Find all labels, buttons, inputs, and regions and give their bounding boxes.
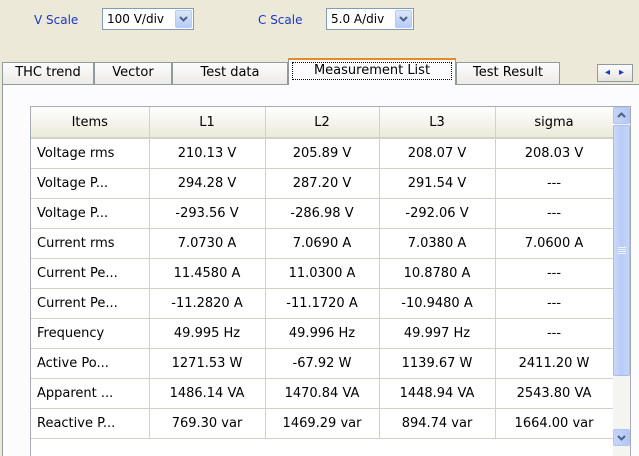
table-cell: -10.9480 A [379,288,496,319]
v-scale-value: 100 V/div [107,12,165,26]
table-cell: Voltage rms [31,138,150,169]
tab-test-data[interactable]: Test data [172,62,288,84]
table-cell: 208.03 V [495,138,614,169]
table-cell: 1470.84 VA [265,378,380,409]
chevron-down-icon [399,16,408,22]
scrollbar-thumb[interactable] [613,125,630,376]
tab-scroll-buttons[interactable]: ◂ ▸ [597,64,633,82]
c-scale-dropdown-button[interactable] [395,10,412,28]
table-cell: 1664.00 var [495,408,614,439]
table-cell: 2543.80 VA [495,378,614,409]
table-row[interactable]: Active Po... 1271.53 W -67.92 W 1139.67 W 24… [31,348,614,379]
table-body: Voltage rms 210.13 V 205.89 V 208.07 V 208.0… [31,138,614,439]
table-cell: Current Pe... [31,288,150,319]
v-scale-label: V Scale [34,13,79,27]
table-cell: 49.995 Hz [149,318,266,349]
table-row[interactable]: Voltage rms 210.13 V 205.89 V 208.07 V 208.0… [31,138,614,169]
column-header[interactable]: L3 [379,107,496,139]
table-cell: Active Po... [31,348,150,379]
table-cell: 7.0730 A [149,228,266,259]
table-cell: 11.4580 A [149,258,266,289]
table-cell: 208.07 V [379,138,496,169]
table-cell: 49.996 Hz [265,318,380,349]
v-scale-dropdown-button[interactable] [175,10,192,28]
table-cell: 10.8780 A [379,258,496,289]
tab-scroll-left-icon[interactable]: ◂ [605,67,610,78]
tab-scroll-right-icon[interactable]: ▸ [619,67,624,78]
table-cell: --- [495,318,614,349]
table-cell: 287.20 V [265,168,380,199]
tab-test-result[interactable]: Test Result [456,62,560,84]
vertical-scrollbar[interactable] [613,107,630,456]
table-cell: 1486.14 VA [149,378,266,409]
table-cell: 11.0300 A [265,258,380,289]
column-header[interactable]: L2 [265,107,380,139]
c-scale-label: C Scale [258,13,303,27]
scale-toolbar: V Scale 100 V/div C Scale 5.0 A/div [0,0,639,46]
table-cell: Frequency [31,318,150,349]
table-row[interactable]: Current rms 7.0730 A 7.0690 A 7.0380 A 7.060… [31,228,614,259]
tab-measurement-list[interactable]: Measurement List [288,58,456,85]
table-cell: 291.54 V [379,168,496,199]
table-cell: -292.06 V [379,198,496,229]
c-scale-value: 5.0 A/div [331,12,385,26]
column-header[interactable]: Items [31,107,150,139]
tab-label: Measurement List [313,63,431,78]
table-cell: 2411.20 W [495,348,614,379]
tab-label: Test Result [473,65,543,80]
column-header[interactable]: L1 [149,107,266,139]
table-cell: -11.2820 A [149,288,266,319]
table-cell: -293.56 V [149,198,266,229]
table-cell: 7.0380 A [379,228,496,259]
scroll-up-button[interactable] [613,107,630,124]
c-scale-select[interactable]: 5.0 A/div [326,8,414,30]
table-cell: Current rms [31,228,150,259]
table-cell: 294.28 V [149,168,266,199]
tab-strip: THC trend Vector Test data Measurement L… [0,58,639,85]
table-cell: 205.89 V [265,138,380,169]
table-row[interactable]: Current Pe... -11.2820 A -11.1720 A -10.948… [31,288,614,319]
table-header-row: Items L1 L2 L3 sigma [31,107,614,139]
chevron-down-icon [617,435,626,441]
table-row[interactable]: Voltage P... -293.56 V -286.98 V -292.06 V-… [31,198,614,229]
table-cell: 1271.53 W [149,348,266,379]
table-cell: 1469.29 var [265,408,380,439]
tab-label: Vector [112,65,154,80]
table-cell: 7.0600 A [495,228,614,259]
table-cell: -67.92 W [265,348,380,379]
table-cell: Reactive P... [31,408,150,439]
tab-vector[interactable]: Vector [94,62,172,84]
chevron-up-icon [617,112,626,118]
table-cell: 1139.67 W [379,348,496,379]
scroll-down-button[interactable] [613,429,630,446]
table-cell: --- [495,198,614,229]
tab-thc-trend[interactable]: THC trend [2,62,94,84]
table-row[interactable]: Current Pe... 11.4580 A 11.0300 A 10.8780 A… [31,258,614,289]
table-cell: -11.1720 A [265,288,380,319]
table-cell: Current Pe... [31,258,150,289]
table-cell: --- [495,288,614,319]
chevron-down-icon [179,16,188,22]
table-cell: 894.74 var [379,408,496,439]
table-row[interactable]: Voltage P... 294.28 V 287.20 V 291.54 V --- [31,168,614,199]
table-cell: --- [495,258,614,289]
measurement-table: Items L1 L2 L3 sigma Voltage rms 210.13 V… [31,107,614,439]
tab-label: Test data [200,65,260,80]
table-row[interactable]: Reactive P... 769.30 var 1469.29 var 894.74… [31,408,614,439]
table-cell: Voltage P... [31,198,150,229]
table-cell: -286.98 V [265,198,380,229]
v-scale-select[interactable]: 100 V/div [102,8,194,30]
table-cell: 210.13 V [149,138,266,169]
table-row[interactable]: Apparent ... 1486.14 VA 1470.84 VA 1448.94 … [31,378,614,409]
table-cell: 1448.94 VA [379,378,496,409]
table-cell: --- [495,168,614,199]
tab-label: THC trend [15,65,81,80]
table-cell: 7.0690 A [265,228,380,259]
column-header[interactable]: sigma [495,107,614,139]
table-cell: 49.997 Hz [379,318,496,349]
table-cell: Apparent ... [31,378,150,409]
table-cell: Voltage P... [31,168,150,199]
table-row[interactable]: Frequency 49.995 Hz 49.996 Hz 49.997 Hz --- [31,318,614,349]
table-cell: 769.30 var [149,408,266,439]
